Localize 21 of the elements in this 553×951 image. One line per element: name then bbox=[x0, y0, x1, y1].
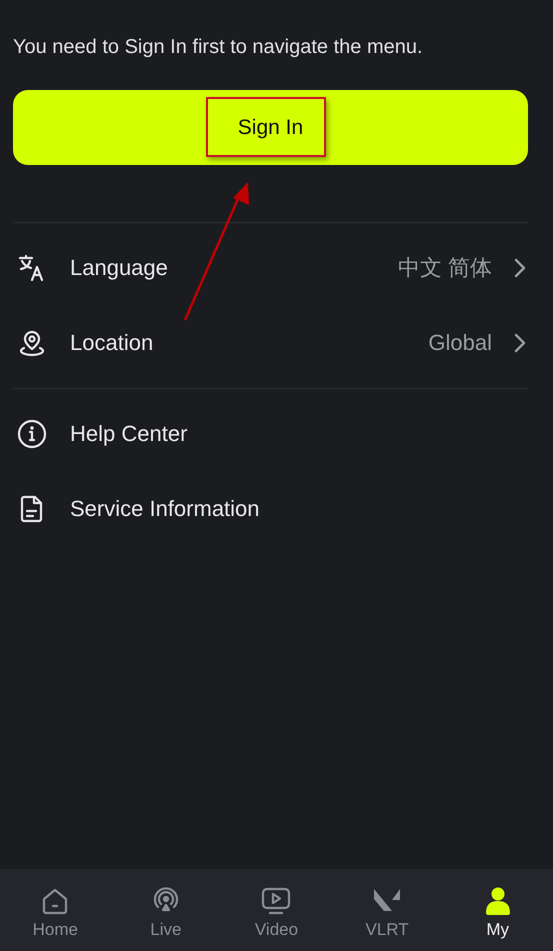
nav-tab[interactable]: Home bbox=[0, 869, 111, 951]
menu-row[interactable]: Service Information bbox=[0, 471, 553, 546]
nav-tab[interactable]: Live bbox=[110, 869, 222, 951]
nav-tab[interactable]: My bbox=[442, 869, 553, 951]
nav-tab[interactable]: Video bbox=[221, 869, 332, 951]
chevron-right-icon bbox=[514, 332, 526, 352]
menu-row[interactable]: Language 中文 简体 bbox=[0, 230, 553, 305]
menu-row[interactable]: Location Global bbox=[0, 305, 553, 380]
menu-row[interactable]: Help Center bbox=[0, 396, 553, 471]
nav-tab[interactable]: VLRT bbox=[332, 869, 442, 951]
menu-label: Service Information bbox=[70, 496, 260, 522]
notice-text: You need to Sign In first to navigate the menu. bbox=[12, 35, 424, 60]
sign-in-button[interactable]: Sign In bbox=[13, 90, 528, 165]
menu-value: Global bbox=[428, 330, 492, 356]
menu-label: Help Center bbox=[70, 420, 188, 446]
menu-label: Language bbox=[70, 254, 168, 280]
menu-value: 中文 简体 bbox=[398, 254, 492, 282]
menu-label: Location bbox=[70, 330, 154, 356]
info-icon bbox=[17, 418, 47, 448]
play-screen-icon bbox=[260, 885, 292, 917]
chevron-right-icon bbox=[514, 258, 526, 278]
